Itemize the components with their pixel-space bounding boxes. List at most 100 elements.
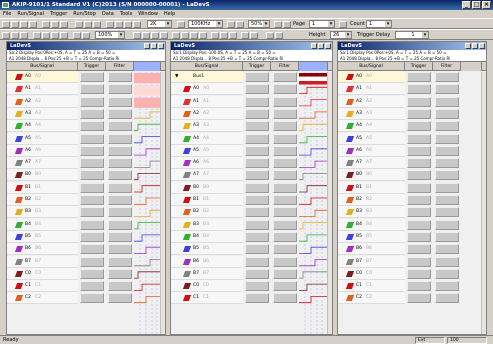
font-icon[interactable] <box>82 32 90 39</box>
trigger-cell[interactable] <box>80 108 104 119</box>
signal-color-icon[interactable] <box>182 98 192 105</box>
trigger-cell[interactable] <box>245 182 269 193</box>
header-trigger[interactable]: Trigger <box>78 62 106 71</box>
signal-color-icon[interactable] <box>182 172 192 179</box>
filter-cell[interactable] <box>273 219 297 230</box>
trigger-cell[interactable] <box>245 145 269 156</box>
trigger-cell[interactable] <box>407 170 431 181</box>
hand-icon[interactable] <box>42 32 50 39</box>
zoom-select[interactable]: 100% <box>95 31 125 39</box>
measure-icon[interactable] <box>60 32 68 39</box>
signal-color-icon[interactable] <box>182 209 192 216</box>
prev-page-icon[interactable] <box>274 21 282 28</box>
trigger-cell[interactable] <box>80 207 104 218</box>
filter-cell[interactable] <box>108 145 132 156</box>
trigger-cell[interactable] <box>407 182 431 193</box>
signal-name-cell[interactable]: A5 A5 <box>7 132 78 145</box>
filter-cell[interactable] <box>273 207 297 218</box>
signal-row[interactable]: C2 C2 <box>338 292 486 305</box>
layout-icon[interactable] <box>20 32 28 39</box>
trigger-cell[interactable] <box>245 256 269 267</box>
trigger-cell[interactable] <box>245 219 269 230</box>
signal-color-icon[interactable] <box>345 197 355 203</box>
filter-cell[interactable] <box>273 145 297 156</box>
signal-name-cell[interactable]: C1 C1 <box>338 280 405 293</box>
signal-color-icon[interactable] <box>14 123 24 130</box>
minimize-button[interactable]: _ <box>462 1 471 9</box>
maximize-button[interactable]: □ <box>472 1 481 9</box>
signal-name-cell[interactable]: B7 B7 <box>171 267 243 280</box>
filter-cell[interactable] <box>435 281 459 292</box>
trigger-cell[interactable] <box>245 231 269 242</box>
menu-tools[interactable]: Tools <box>120 10 132 18</box>
signal-color-icon[interactable] <box>182 258 192 265</box>
zoom-out-icon[interactable] <box>51 21 59 28</box>
filter-cell[interactable] <box>273 281 297 292</box>
filter-cell[interactable] <box>435 219 459 230</box>
trigger-delay-input[interactable]: 1 <box>395 31 429 39</box>
export-icon[interactable] <box>75 21 83 28</box>
signal-name-cell[interactable]: A3 A3 <box>7 107 78 120</box>
panel-maximize-button[interactable] <box>318 43 324 49</box>
signal-color-icon[interactable] <box>182 184 192 191</box>
stop-icon[interactable] <box>115 21 123 28</box>
signal-color-icon[interactable] <box>182 270 192 277</box>
signal-row[interactable]: B6 B6 <box>338 243 486 256</box>
trigger-cell[interactable] <box>80 195 104 205</box>
signal-color-icon[interactable] <box>14 209 24 216</box>
list-icon[interactable] <box>11 32 19 39</box>
signal-row[interactable]: A0 A0 <box>338 71 486 83</box>
signal-row[interactable]: B1 B1 <box>338 181 486 194</box>
filter-cell[interactable] <box>273 84 297 95</box>
signal-name-cell[interactable]: C0 C0 <box>338 267 405 280</box>
trigger-cell[interactable] <box>80 145 104 156</box>
signal-color-icon[interactable] <box>345 172 355 179</box>
more-icon[interactable] <box>250 32 258 39</box>
search-next-icon[interactable] <box>229 32 237 39</box>
filter-cell[interactable] <box>273 108 297 119</box>
signal-color-icon[interactable] <box>345 184 355 191</box>
signal-color-icon[interactable] <box>345 283 355 290</box>
signal-row[interactable]: A3 A3 <box>338 107 486 120</box>
filter-cell[interactable] <box>108 281 132 292</box>
signal-color-icon[interactable] <box>345 233 355 240</box>
signal-name-cell[interactable]: B3 B3 <box>7 206 78 219</box>
filter-cell[interactable] <box>435 96 459 107</box>
header-filter[interactable]: Filter <box>271 62 299 71</box>
signal-color-icon[interactable] <box>14 86 24 93</box>
signal-row[interactable]: B2 B2 <box>338 194 486 206</box>
panel-minimize-button[interactable] <box>144 43 150 49</box>
page-select[interactable]: 1 <box>309 20 335 28</box>
signal-name-cell[interactable]: B3 B3 <box>338 206 405 219</box>
signal-color-icon[interactable] <box>14 283 24 290</box>
trigger-cell[interactable] <box>245 133 269 144</box>
signal-color-icon[interactable] <box>14 197 24 203</box>
header-bus-signal[interactable]: Bus/Signal <box>7 62 78 71</box>
signal-name-cell[interactable]: B6 B6 <box>7 243 78 256</box>
signal-color-icon[interactable] <box>182 295 192 302</box>
sample-rate-select[interactable]: 100KHz <box>188 20 223 28</box>
signal-color-icon[interactable] <box>182 197 192 203</box>
trigger-cell[interactable] <box>245 195 269 205</box>
filter-cell[interactable] <box>108 195 132 205</box>
trigger-cell[interactable] <box>407 158 431 169</box>
marker-icon[interactable] <box>51 32 59 39</box>
signal-row[interactable]: A5 A5 <box>338 132 486 145</box>
next-page-icon[interactable] <box>283 21 291 28</box>
trigger-cell[interactable] <box>80 182 104 193</box>
signal-row[interactable]: B3 B3 <box>338 206 486 219</box>
trigger-cell[interactable] <box>245 268 269 279</box>
trigger-cell[interactable] <box>80 133 104 144</box>
filter-cell[interactable] <box>435 256 459 267</box>
signal-name-cell[interactable]: A3 A3 <box>338 107 405 120</box>
signal-color-icon[interactable] <box>14 110 24 117</box>
panel-minimize-button[interactable] <box>311 43 317 49</box>
filter-cell[interactable] <box>108 219 132 230</box>
trigger-cell[interactable] <box>80 96 104 107</box>
filter-cell[interactable] <box>435 145 459 156</box>
signal-color-icon[interactable] <box>345 110 355 117</box>
signal-name-cell[interactable]: C0 C0 <box>171 280 243 293</box>
pointer-icon[interactable] <box>33 32 41 39</box>
filter-cell[interactable] <box>435 108 459 119</box>
filter-cell[interactable] <box>108 133 132 144</box>
